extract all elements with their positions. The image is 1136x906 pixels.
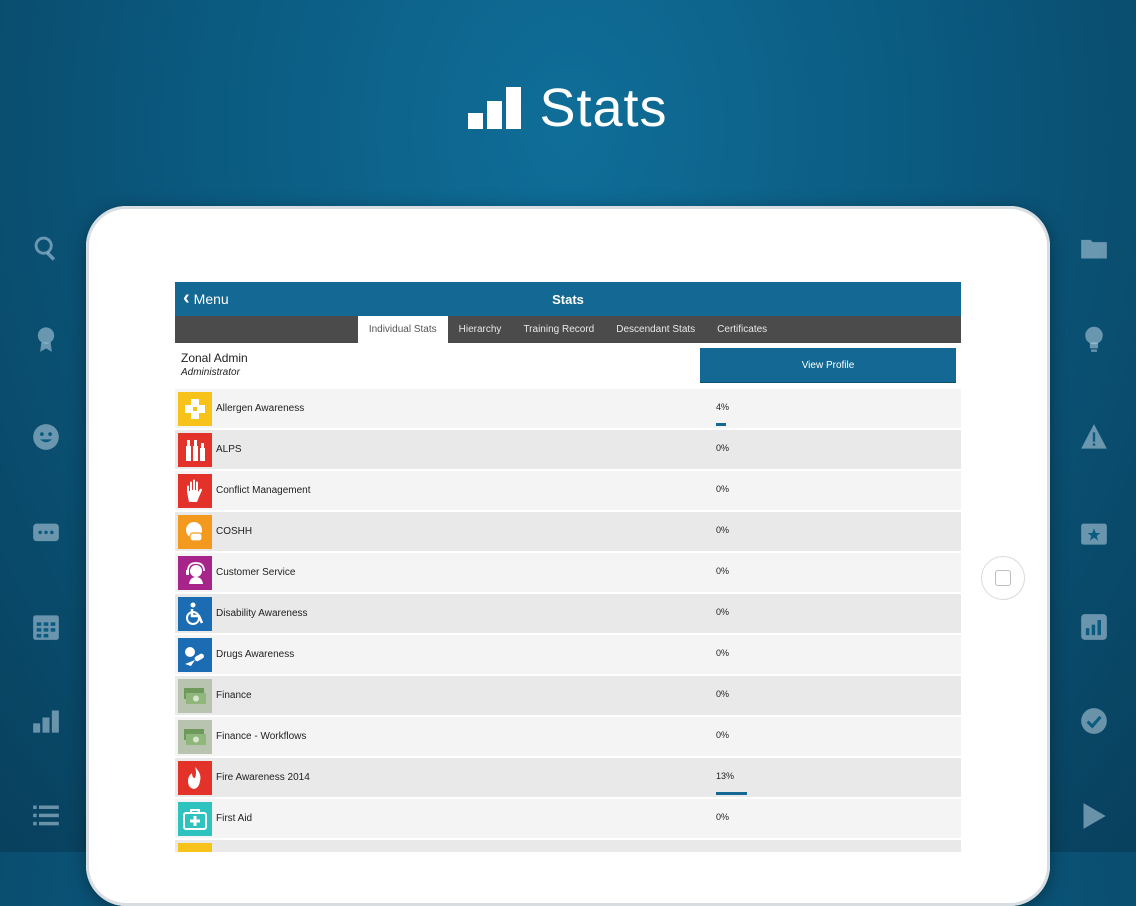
tab-descendant-stats[interactable]: Descendant Stats — [605, 316, 706, 343]
tab-individual-stats[interactable]: Individual Stats — [357, 316, 448, 343]
course-row[interactable]: First Aid 0% — [175, 799, 961, 840]
search-icon — [31, 233, 61, 263]
tab-hierarchy[interactable]: Hierarchy — [448, 316, 513, 343]
course-row[interactable]: Fire Awareness 2014 13% — [175, 758, 961, 799]
course-percent: 0% — [716, 525, 730, 535]
tab-certificates[interactable]: Certificates — [706, 316, 778, 343]
course-name: Finance — [216, 690, 252, 701]
course-progress-bar — [716, 792, 747, 795]
course-name: First Aid — [216, 813, 253, 824]
course-percent: 0% — [716, 484, 730, 494]
check-circle-icon — [1079, 706, 1109, 736]
play-icon — [1079, 801, 1109, 831]
star-card-icon — [1079, 518, 1109, 548]
course-name: Fire Awareness 2014 — [216, 772, 310, 783]
course-progress-bar — [716, 423, 726, 426]
course-name: Conflict Management — [216, 485, 311, 496]
wheelchair-icon — [178, 596, 212, 631]
first-aid-icon — [178, 801, 212, 836]
navigation-bar: ‹ Menu Stats — [175, 282, 961, 316]
screen-title: Stats — [552, 291, 584, 307]
course-percent: 0% — [716, 730, 730, 740]
hand-stop-icon — [178, 473, 212, 508]
flame-icon — [178, 760, 212, 795]
course-percent: 0% — [716, 607, 730, 617]
chat-icon — [31, 518, 61, 548]
course-name: COSHH — [216, 526, 253, 537]
view-profile-button[interactable]: View Profile — [700, 348, 956, 383]
lightbulb-icon — [1079, 324, 1109, 354]
award-icon — [31, 324, 61, 354]
course-percent: 0% — [716, 443, 730, 453]
course-name: Drugs Awareness — [216, 649, 295, 660]
folder-icon — [1079, 233, 1109, 263]
home-button[interactable] — [981, 556, 1025, 600]
money-icon — [178, 719, 212, 754]
profile-header: Zonal Admin Administrator View Profile — [175, 343, 961, 389]
course-percent: 0% — [716, 566, 730, 576]
warning-icon — [1079, 422, 1109, 452]
course-row[interactable] — [175, 840, 961, 852]
hero-title: Stats — [539, 78, 668, 138]
stats-card-icon — [1079, 612, 1109, 642]
course-row[interactable]: Conflict Management 0% — [175, 471, 961, 512]
calendar-icon — [31, 612, 61, 642]
course-row[interactable]: Finance - Workflows 0% — [175, 717, 961, 758]
course-row[interactable]: Finance 0% — [175, 676, 961, 717]
tab-bar: Individual Stats Hierarchy Training Reco… — [175, 316, 961, 343]
course-percent: 4% — [716, 402, 730, 412]
pills-icon — [178, 637, 212, 672]
app-screen: ‹ Menu Stats Individual Stats Hierarchy … — [175, 282, 961, 852]
smiley-icon — [31, 422, 61, 452]
course-name: ALPS — [216, 444, 242, 455]
back-menu-button[interactable]: ‹ Menu — [183, 282, 229, 316]
respirator-icon — [178, 514, 212, 549]
partial-icon — [178, 842, 212, 852]
course-list: Allergen Awareness 4% ALPS 0% Conflict Manag… — [175, 389, 961, 852]
course-percent: 13% — [716, 771, 735, 781]
user-role: Administrator — [181, 367, 240, 378]
course-name: Disability Awareness — [216, 608, 308, 619]
user-name: Zonal Admin — [181, 351, 248, 365]
bottles-icon — [178, 432, 212, 467]
hero-header: Stats — [0, 78, 1136, 138]
back-label: Menu — [193, 291, 229, 307]
course-row[interactable]: ALPS 0% — [175, 430, 961, 471]
course-name: Customer Service — [216, 567, 296, 578]
tab-training-record[interactable]: Training Record — [512, 316, 605, 343]
course-row[interactable]: Drugs Awareness 0% — [175, 635, 961, 676]
course-percent: 0% — [716, 689, 730, 699]
course-row[interactable]: COSHH 0% — [175, 512, 961, 553]
course-name: Allergen Awareness — [216, 403, 305, 414]
bar-chart-icon — [31, 706, 61, 736]
allergen-icon — [178, 391, 212, 426]
course-row[interactable]: Customer Service 0% — [175, 553, 961, 594]
course-row[interactable]: Allergen Awareness 4% — [175, 389, 961, 430]
course-row[interactable]: Disability Awareness 0% — [175, 594, 961, 635]
course-percent: 0% — [716, 812, 730, 822]
headset-icon — [178, 555, 212, 590]
course-percent: 0% — [716, 648, 730, 658]
list-icon — [31, 801, 61, 831]
course-name: Finance - Workflows — [216, 731, 307, 742]
bar-chart-icon — [468, 87, 522, 129]
chevron-left-icon: ‹ — [183, 287, 190, 309]
money-icon — [178, 678, 212, 713]
